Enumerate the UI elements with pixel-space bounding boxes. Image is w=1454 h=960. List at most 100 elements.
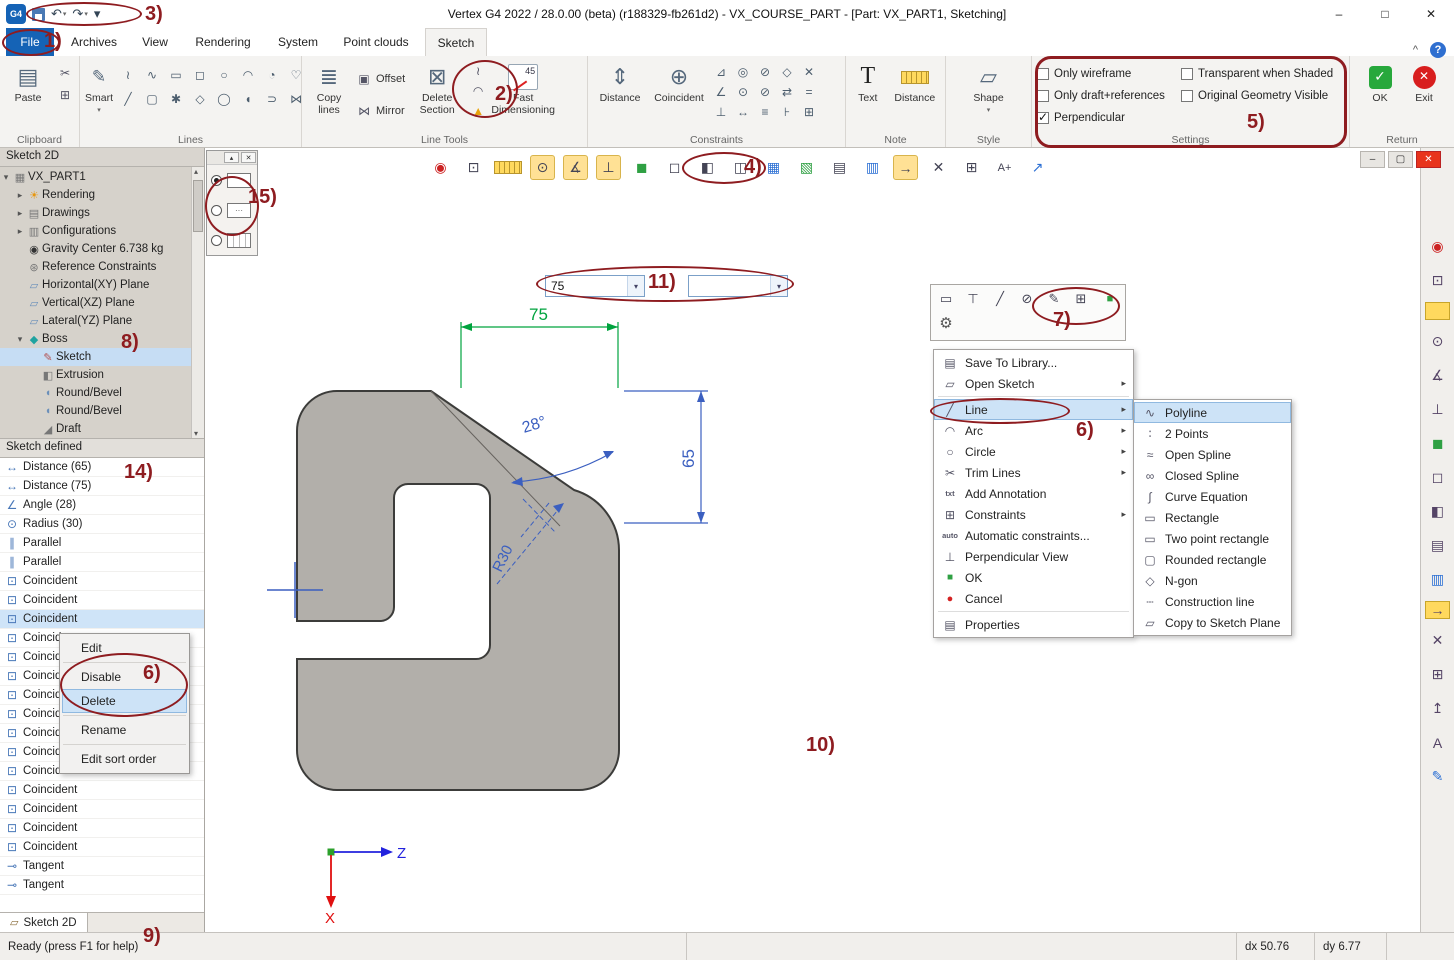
tree-item-rendering[interactable]: ▸☀Rendering bbox=[0, 186, 204, 204]
constraint-icon[interactable]: ≡ bbox=[755, 103, 775, 121]
constraint-row[interactable]: ∥Parallel bbox=[0, 553, 204, 572]
constraint-row[interactable]: ⊡Coincident bbox=[0, 800, 204, 819]
menu-item-arc[interactable]: ◠Arc▸ bbox=[934, 420, 1133, 441]
menu-item-edit[interactable]: Edit bbox=[62, 636, 187, 660]
menu-item-open-sketch[interactable]: ▱Open Sketch▸ bbox=[934, 373, 1133, 394]
constraint-icon[interactable]: = bbox=[799, 83, 819, 101]
constraint-icon[interactable]: ⊘ bbox=[755, 83, 775, 101]
transform-icon[interactable]: ↗ bbox=[1025, 155, 1050, 180]
tree-item-sketch[interactable]: ✎Sketch bbox=[0, 348, 204, 366]
app-icon[interactable]: G4 bbox=[6, 4, 26, 24]
submenu-item-copy-to-sketch-plane[interactable]: ▱Copy to Sketch Plane bbox=[1134, 612, 1291, 633]
line-tool-icon[interactable]: ○ bbox=[214, 65, 234, 85]
selector-option-2[interactable]: ··· bbox=[207, 195, 257, 225]
chevron-down-icon[interactable]: ▾ bbox=[627, 276, 644, 296]
dimension-width[interactable]: 75 bbox=[461, 305, 618, 388]
constraint-row[interactable]: ⊡Coincident bbox=[0, 572, 204, 591]
shaded-view-icon[interactable]: ◼ bbox=[1425, 431, 1450, 456]
curve-tool-icon[interactable]: ≀ bbox=[469, 63, 487, 79]
constraint-icon[interactable]: ⊥ bbox=[711, 103, 731, 121]
dimension-height[interactable]: 65 bbox=[624, 391, 708, 523]
ruler-icon[interactable] bbox=[1425, 302, 1450, 320]
copy-button[interactable]: ⊞ bbox=[56, 87, 74, 103]
tree-item-vx-part1[interactable]: ▾▦VX_PART1 bbox=[0, 168, 204, 186]
wireframe-view-icon[interactable]: ◻ bbox=[1425, 465, 1450, 490]
constraint-row[interactable]: ⊡Coincident bbox=[0, 591, 204, 610]
constraint-row[interactable]: ⊡Coincident bbox=[0, 781, 204, 800]
submenu-item-n-gon[interactable]: ◇N-gon bbox=[1134, 570, 1291, 591]
line-tool-icon[interactable]: ✱ bbox=[166, 89, 186, 109]
redo-button[interactable]: ↷▾ bbox=[72, 6, 87, 22]
expand-arrow-icon[interactable]: ▾ bbox=[0, 172, 12, 183]
constraint-row[interactable]: ↔Distance (75) bbox=[0, 477, 204, 496]
constraint-icon[interactable]: ◇ bbox=[777, 63, 797, 81]
mirror-button[interactable]: ⋈Mirror bbox=[356, 101, 405, 121]
pencil-icon[interactable]: ✎ bbox=[1042, 287, 1066, 311]
submenu-item-polyline[interactable]: ∿Polyline bbox=[1134, 402, 1291, 423]
edit-tool-icon[interactable]: ✎ bbox=[1425, 764, 1450, 789]
expand-arrow-icon[interactable]: ▾ bbox=[14, 334, 26, 345]
line-tool-icon[interactable]: ⊃ bbox=[262, 89, 282, 109]
submenu-item-construction-line[interactable]: ┄Construction line bbox=[1134, 591, 1291, 612]
line-icon[interactable]: ╱ bbox=[988, 287, 1012, 311]
constraint-icon[interactable]: ⊘ bbox=[755, 63, 775, 81]
distance-constraint-button[interactable]: ⇕ Distance bbox=[593, 59, 647, 105]
text-tool-icon[interactable]: A bbox=[1425, 730, 1450, 755]
submenu-item-open-spline[interactable]: ≈Open Spline bbox=[1134, 444, 1291, 465]
export-icon[interactable]: → bbox=[1425, 601, 1450, 619]
pin-icon[interactable]: ◉ bbox=[1425, 234, 1450, 259]
constraint-row[interactable]: ⊸Tangent bbox=[0, 876, 204, 895]
line-tool-icon[interactable]: ◔ bbox=[262, 65, 282, 85]
submenu-item-rectangle[interactable]: ▭Rectangle bbox=[1134, 507, 1291, 528]
part-geometry[interactable] bbox=[297, 391, 619, 790]
snap-perpendicular-icon[interactable]: ⊥ bbox=[596, 155, 621, 180]
green-face-box-icon[interactable]: ▧ bbox=[794, 155, 819, 180]
ellipse-off-icon[interactable]: ⊘ bbox=[1015, 287, 1039, 311]
tree-item-round-bevel[interactable]: ◖Round/Bevel bbox=[0, 402, 204, 420]
menu-item-line[interactable]: ╱Line▸ bbox=[934, 399, 1133, 420]
constraint-icon[interactable]: ⊦ bbox=[777, 103, 797, 121]
exit-button[interactable]: Exit bbox=[1409, 59, 1439, 105]
text-size-icon[interactable]: A+ bbox=[992, 155, 1017, 180]
move-up-icon[interactable]: ↥ bbox=[1425, 696, 1450, 721]
close-button[interactable]: ✕ bbox=[1408, 0, 1454, 28]
offset-button[interactable]: ▣Offset bbox=[356, 69, 405, 89]
checkbox-original-geometry-visible[interactable]: Original Geometry Visible bbox=[1181, 85, 1349, 107]
iso-view-icon[interactable]: ▦ bbox=[761, 155, 786, 180]
menu-item-ok[interactable]: ■OK bbox=[934, 567, 1133, 588]
constraint-row-selected[interactable]: ⊡Coincident bbox=[0, 610, 204, 629]
tree-item-lateral-plane[interactable]: ▱Lateral(YZ) Plane bbox=[0, 312, 204, 330]
checkbox-transparent-when-shaded[interactable]: Transparent when Shaded bbox=[1181, 63, 1349, 85]
menu-item-perpendicular-view[interactable]: ⊥Perpendicular View bbox=[934, 546, 1133, 567]
delete-icon[interactable]: ✕ bbox=[1425, 628, 1450, 653]
doc-close-button[interactable]: ✕ bbox=[1416, 151, 1441, 168]
menu-item-trim-lines[interactable]: ✂Trim Lines▸ bbox=[934, 462, 1133, 483]
tree-item-gravity-center[interactable]: ◉Gravity Center 6.738 kg bbox=[0, 240, 204, 258]
grid-icon[interactable]: ⊞ bbox=[959, 155, 984, 180]
menu-item-circle[interactable]: ○Circle▸ bbox=[934, 441, 1133, 462]
tree-item-extrusion[interactable]: ◧Extrusion bbox=[0, 366, 204, 384]
shaded-cube-icon[interactable]: ◼ bbox=[629, 155, 654, 180]
delete-icon[interactable]: ✕ bbox=[926, 155, 951, 180]
line-tool-icon[interactable]: ╱ bbox=[118, 89, 138, 109]
close-icon[interactable]: ✕ bbox=[241, 152, 256, 163]
tab-system[interactable]: System bbox=[270, 28, 326, 56]
tree-item-reference-constraints[interactable]: ⊛Reference Constraints bbox=[0, 258, 204, 276]
line-tool-icon[interactable]: ▢ bbox=[142, 89, 162, 109]
frame-icon[interactable]: ▭ bbox=[934, 287, 958, 311]
ok-square-icon[interactable]: ■ bbox=[1098, 287, 1122, 311]
customize-toolbar-button[interactable]: ▾ bbox=[94, 6, 101, 22]
menu-item-add-annotation[interactable]: txtAdd Annotation bbox=[934, 483, 1133, 504]
constraint-row[interactable]: ⊡Coincident bbox=[0, 819, 204, 838]
tree-scrollbar[interactable] bbox=[191, 167, 204, 438]
coincident-constraint-button[interactable]: ⊕ Coincident bbox=[652, 59, 706, 105]
tab-point-clouds[interactable]: Point clouds bbox=[338, 28, 414, 56]
halfshade-cube-icon[interactable]: ◧ bbox=[695, 155, 720, 180]
sheet-icon[interactable]: ▤ bbox=[827, 155, 852, 180]
maximize-button[interactable]: □ bbox=[1362, 0, 1408, 28]
constraint-icon[interactable]: ↔ bbox=[733, 103, 753, 121]
fast-dimensioning-button[interactable]: 45 Fast Dimensioning bbox=[492, 59, 554, 116]
arc-tool-icon[interactable]: ◠ bbox=[469, 83, 487, 99]
constraint-row[interactable]: ∥Parallel bbox=[0, 534, 204, 553]
tree-item-round-bevel[interactable]: ◖Round/Bevel bbox=[0, 384, 204, 402]
